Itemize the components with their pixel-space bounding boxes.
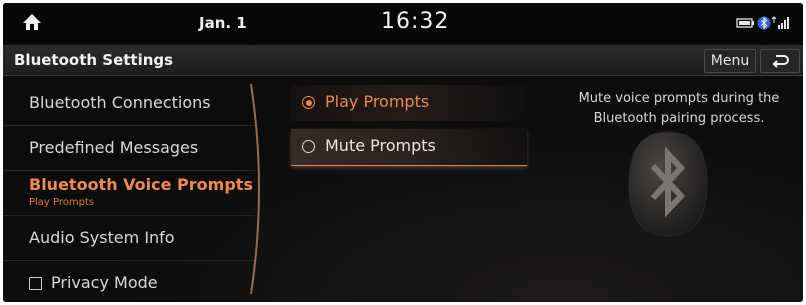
sidebar-item-label: Predefined Messages — [29, 138, 199, 157]
battery-icon — [736, 18, 754, 28]
sidebar-item-label: Bluetooth Connections — [29, 93, 211, 112]
sidebar: Bluetooth Connections Predefined Message… — [3, 76, 261, 302]
home-icon[interactable] — [22, 13, 42, 31]
option-mute-prompts[interactable]: Mute Prompts — [291, 129, 527, 166]
back-button[interactable] — [760, 49, 800, 73]
mute-prompts-radio[interactable] — [302, 140, 315, 153]
privacy-mode-checkbox[interactable] — [29, 277, 42, 290]
option-play-prompts[interactable]: Play Prompts — [291, 85, 527, 121]
content-area: Bluetooth Connections Predefined Message… — [3, 76, 803, 302]
sidebar-item-predefined-messages[interactable]: Predefined Messages — [3, 125, 255, 171]
sidebar-item-label: Bluetooth Voice Prompts — [29, 175, 253, 194]
back-arrow-icon — [772, 55, 789, 68]
screen: Jan. 1 16:32 Bluetooth Settings Menu Blu… — [3, 3, 803, 302]
option-label: Play Prompts — [325, 92, 430, 111]
status-bar: Jan. 1 16:32 — [3, 3, 803, 43]
bluetooth-emblem-icon — [628, 131, 708, 237]
description-text: Mute voice prompts during the Bluetooth … — [578, 91, 780, 126]
sidebar-item-sublabel: Play Prompts — [29, 197, 95, 208]
sidebar-item-label: Audio System Info — [29, 228, 175, 247]
menu-button[interactable]: Menu — [704, 49, 756, 73]
scroll-arc — [250, 83, 260, 295]
bluetooth-icon — [757, 16, 771, 30]
sidebar-item-bluetooth-connections[interactable]: Bluetooth Connections — [3, 80, 255, 126]
option-label: Mute Prompts — [325, 136, 436, 155]
sidebar-item-bluetooth-voice-prompts[interactable]: Bluetooth Voice Prompts Play Prompts — [3, 170, 255, 216]
play-prompts-radio[interactable] — [302, 96, 315, 109]
page-title: Bluetooth Settings — [14, 51, 174, 69]
sidebar-item-audio-system-info[interactable]: Audio System Info — [3, 215, 255, 261]
sidebar-item-privacy-mode[interactable]: Privacy Mode — [3, 260, 255, 302]
signal-icon — [771, 16, 789, 29]
title-bar: Bluetooth Settings Menu — [3, 45, 803, 76]
sidebar-item-label: Privacy Mode — [51, 273, 158, 292]
date-display: Jan. 1 — [199, 14, 247, 32]
status-icons — [736, 15, 796, 31]
clock-display: 16:32 — [381, 9, 450, 34]
